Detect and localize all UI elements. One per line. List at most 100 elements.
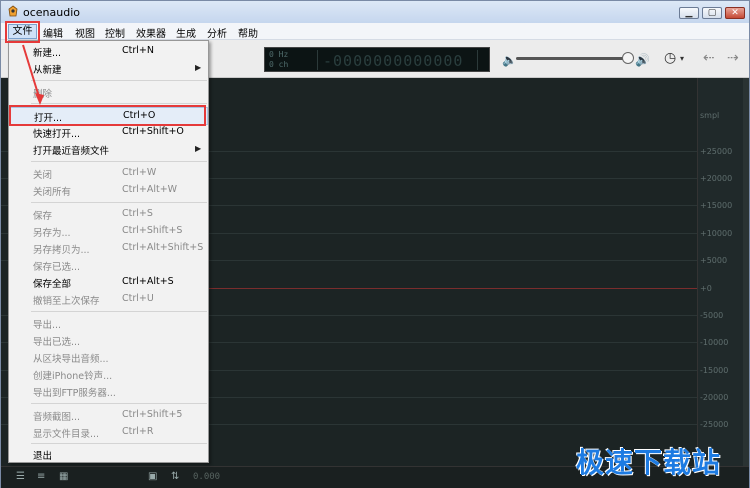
ruler-tick: -20000 bbox=[700, 393, 729, 402]
menu-edit[interactable]: 编辑 bbox=[43, 25, 63, 40]
time-display: 0 Hz 0 ch -0000000000000 bbox=[264, 47, 490, 72]
menu-item-quick-open[interactable]: 快速打开... Ctrl+Shift+O bbox=[9, 124, 208, 141]
ruler-tick: -25000 bbox=[700, 420, 729, 429]
menu-item-delete[interactable]: 删除 bbox=[9, 84, 208, 101]
menu-item-exit[interactable]: 退出 bbox=[9, 446, 208, 463]
watermark-logo: 极速下载站 bbox=[576, 446, 722, 479]
menu-item-shortcut: Ctrl+U bbox=[122, 293, 154, 304]
menu-separator bbox=[31, 161, 207, 162]
ruler-tick: +5000 bbox=[700, 256, 728, 265]
menu-item-export-regions[interactable]: 从区块导出音频... bbox=[9, 349, 208, 366]
volume-slider-knob[interactable] bbox=[622, 52, 634, 64]
menu-separator bbox=[31, 80, 207, 81]
ruler-unit: smpl bbox=[700, 111, 720, 120]
vertical-scrollbar[interactable] bbox=[743, 78, 749, 466]
ruler-tick: +0 bbox=[700, 284, 712, 293]
speaker-loud-icon[interactable]: 🔊 bbox=[635, 53, 650, 67]
menu-item-save-copy-as[interactable]: 另存拷贝为... Ctrl+Alt+Shift+S bbox=[9, 240, 208, 257]
file-menu-dropdown: 新建... Ctrl+N 从新建 ▶ 删除 打开... Ctrl+O 快速打开.… bbox=[8, 40, 209, 463]
app-icon bbox=[8, 5, 18, 17]
minimize-button[interactable]: ▁ bbox=[679, 7, 699, 19]
forward-arrow-icon[interactable]: ⇢ bbox=[727, 50, 739, 66]
submenu-arrow-icon: ▶ bbox=[195, 144, 202, 153]
speaker-mute-icon[interactable]: 🔈 bbox=[502, 53, 517, 67]
menu-item-label: 保存全部 bbox=[33, 279, 72, 290]
filter-icon[interactable]: ⇅ bbox=[171, 471, 179, 482]
menu-control[interactable]: 控制 bbox=[105, 25, 125, 40]
list-view-icon[interactable]: ☰ bbox=[16, 471, 25, 482]
menu-item-label: 保存 bbox=[33, 211, 53, 222]
menu-item-close-all[interactable]: 关闭所有 Ctrl+Alt+W bbox=[9, 182, 208, 199]
close-button[interactable]: ✕ bbox=[725, 7, 745, 19]
menu-item-label: 撤销至上次保存 bbox=[33, 296, 100, 307]
menu-item-label: 显示文件目录... bbox=[33, 429, 100, 440]
ruler-tick: +10000 bbox=[700, 229, 733, 238]
menu-item-label: 保存已选... bbox=[33, 262, 81, 273]
menu-view[interactable]: 视图 bbox=[75, 25, 95, 40]
menu-separator bbox=[31, 311, 207, 312]
menu-item-label: 创建iPhone铃声... bbox=[33, 371, 113, 382]
maximize-button[interactable]: ▢ bbox=[702, 7, 722, 19]
menu-item-label: 关闭 bbox=[33, 170, 53, 181]
menu-item-save[interactable]: 保存 Ctrl+S bbox=[9, 206, 208, 223]
menu-item-label: 音频截图... bbox=[33, 412, 81, 423]
menu-separator bbox=[31, 443, 207, 444]
menu-item-save-as[interactable]: 另存为... Ctrl+Shift+S bbox=[9, 223, 208, 240]
file-menu-highlight bbox=[5, 21, 40, 43]
title-bar: ocenaudio ▁ ▢ ✕ bbox=[1, 1, 749, 23]
lcd-divider bbox=[477, 50, 478, 70]
menu-bar: 文件 编辑 视图 控制 效果器 生成 分析 帮助 bbox=[1, 23, 749, 40]
menu-item-label: 另存为... bbox=[33, 228, 71, 239]
menu-item-label: 另存拷贝为... bbox=[33, 245, 90, 256]
ruler-tick: -5000 bbox=[700, 311, 724, 320]
menu-separator bbox=[31, 103, 207, 104]
chevron-down-icon[interactable]: ▾ bbox=[680, 54, 684, 63]
menu-item-iphone-ringtone[interactable]: 创建iPhone铃声... bbox=[9, 366, 208, 383]
menu-item-shortcut: Ctrl+Shift+O bbox=[122, 126, 184, 137]
menu-item-label: 关闭所有 bbox=[33, 187, 72, 198]
menu-item-new-from[interactable]: 从新建 ▶ bbox=[9, 60, 208, 77]
submenu-arrow-icon: ▶ bbox=[195, 63, 202, 72]
menu-item-export-ftp[interactable]: 导出到FTP服务器... bbox=[9, 383, 208, 400]
zero-line bbox=[209, 288, 697, 289]
menu-item-export[interactable]: 导出... bbox=[9, 315, 208, 332]
volume-slider-track[interactable] bbox=[516, 57, 629, 60]
menu-item-show-folder[interactable]: 显示文件目录... Ctrl+R bbox=[9, 424, 208, 441]
menu-item-label: 导出已选... bbox=[33, 337, 81, 348]
menu-item-shortcut: Ctrl+Alt+Shift+S bbox=[122, 242, 204, 253]
back-arrow-icon[interactable]: ⇠ bbox=[703, 50, 715, 66]
menu-generate[interactable]: 生成 bbox=[176, 25, 196, 40]
menu-separator bbox=[31, 202, 207, 203]
menu-item-label: 删除 bbox=[33, 89, 53, 100]
menu-lines-icon[interactable]: ≡ bbox=[37, 471, 45, 482]
menu-item-label: 导出到FTP服务器... bbox=[33, 388, 116, 399]
lcd-divider bbox=[317, 50, 318, 70]
menu-item-save-all[interactable]: 保存全部 Ctrl+Alt+S bbox=[9, 274, 208, 291]
ruler-tick: +15000 bbox=[700, 201, 733, 210]
menu-item-export-selection[interactable]: 导出已选... bbox=[9, 332, 208, 349]
menu-item-shortcut: Ctrl+Shift+5 bbox=[122, 409, 183, 420]
grid-view-icon[interactable]: ▦ bbox=[59, 471, 68, 482]
menu-item-shortcut: Ctrl+Shift+S bbox=[122, 225, 183, 236]
menu-item-label: 新建... bbox=[33, 48, 62, 59]
ruler-tick: +20000 bbox=[700, 174, 733, 183]
menu-item-save-selection[interactable]: 保存已选... bbox=[9, 257, 208, 274]
menu-item-label: 快速打开... bbox=[33, 129, 81, 140]
menu-item-open-recent[interactable]: 打开最近音频文件 ▶ bbox=[9, 141, 208, 158]
menu-effects[interactable]: 效果器 bbox=[136, 25, 166, 40]
menu-item-close[interactable]: 关闭 Ctrl+W bbox=[9, 165, 208, 182]
menu-item-snapshot[interactable]: 音频截图... Ctrl+Shift+5 bbox=[9, 407, 208, 424]
clock-icon[interactable]: ◷ bbox=[664, 50, 676, 66]
menu-item-shortcut: Ctrl+W bbox=[122, 167, 157, 178]
image-icon[interactable]: ▣ bbox=[148, 471, 157, 482]
menu-item-revert[interactable]: 撤销至上次保存 Ctrl+U bbox=[9, 291, 208, 308]
menu-analyze[interactable]: 分析 bbox=[207, 25, 227, 40]
menu-item-shortcut: Ctrl+N bbox=[122, 45, 154, 56]
menu-item-new[interactable]: 新建... Ctrl+N bbox=[9, 43, 208, 60]
lcd-frequency: 0 Hz bbox=[269, 50, 289, 59]
menu-item-shortcut: Ctrl+R bbox=[122, 426, 154, 437]
menu-item-label: 导出... bbox=[33, 320, 62, 331]
menu-help[interactable]: 帮助 bbox=[238, 25, 258, 40]
open-item-highlight bbox=[9, 105, 206, 126]
menu-item-label: 打开最近音频文件 bbox=[33, 146, 110, 157]
